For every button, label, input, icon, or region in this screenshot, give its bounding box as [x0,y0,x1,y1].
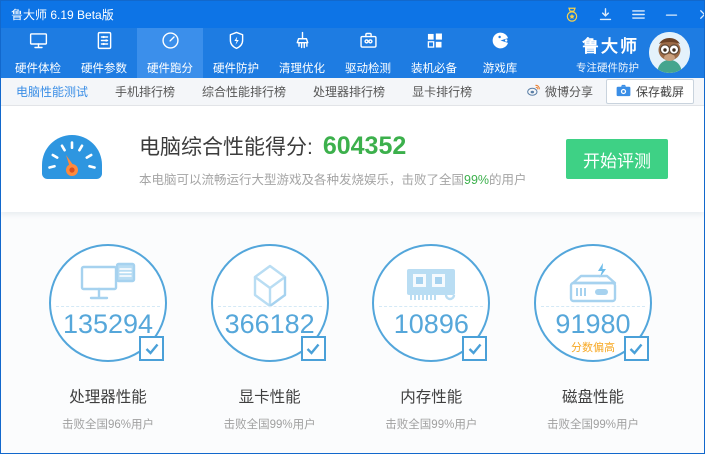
nav-label: 硬件体检 [15,60,61,76]
disk-check-icon[interactable] [624,336,649,361]
cpu-score-circle: 135294 [49,244,167,362]
window-title: 鲁大师 6.19 Beta版 [11,6,114,23]
minimize-icon[interactable] [662,6,680,24]
nav-item-driver-detect[interactable]: 驱动检测 [335,28,401,78]
monitor-icon [28,30,49,56]
cpu-check-icon[interactable] [139,336,164,361]
divider [541,306,645,307]
medal-icon[interactable] [563,6,581,24]
disk-card-subtitle: 击败全国99%用户 [547,416,639,432]
nav-label: 驱动检测 [345,60,391,76]
document-params-icon [94,30,115,56]
nav-label: 游戏库 [483,60,518,76]
cpu-card-subtitle: 击败全国96%用户 [62,416,154,432]
nav-item-hardware-params[interactable]: 硬件参数 [71,28,137,78]
score-description: 本电脑可以流畅运行大型游戏及各种发烧娱乐，击败了全国99%的用户 [139,169,527,188]
close-icon[interactable] [695,6,705,24]
subnav-item-phone-ranking[interactable]: 手机排行榜 [115,83,175,100]
app-window: 鲁大师 6.19 Beta版 硬件体检 硬件 [0,0,705,454]
memory-card-title: 内存性能 [400,385,462,407]
brand-slogan: 专注硬件防护 [576,60,639,75]
brand-block: 鲁大师 专注硬件防护 [576,28,649,78]
subnav-item-overall-ranking[interactable]: 综合性能排行榜 [202,83,286,100]
titlebar-icons [563,6,704,24]
main-nav: 硬件体检 硬件参数 硬件跑分 硬件防护 清理优化 驱动检测 装机必备 [1,28,704,78]
score-section: 电脑综合性能得分: 604352 本电脑可以流畅运行大型游戏及各种发烧娱乐，击败… [1,106,704,212]
cpu-card-title: 处理器性能 [69,385,147,407]
gpu-card-title: 显卡性能 [239,385,301,407]
nav-item-essentials[interactable]: 装机必备 [401,28,467,78]
gauge-icon [160,30,181,56]
divider [379,306,483,307]
menu-icon[interactable] [629,6,647,24]
nav-item-hardware-check[interactable]: 硬件体检 [5,28,71,78]
score-cards: 135294 处理器性能 击败全国96%用户 366182 显卡性能 击败全国9… [1,212,704,454]
titlebar: 鲁大师 6.19 Beta版 [1,1,704,28]
camera-icon [616,84,631,100]
subnav-item-cpu-ranking[interactable]: 处理器排行榜 [313,83,385,100]
memory-check-icon[interactable] [462,336,487,361]
disk-score-card: 91980 分数偏高 磁盘性能 击败全国99%用户 [514,244,672,454]
nav-item-hardware-protect[interactable]: 硬件防护 [203,28,269,78]
nav-item-clean-optimize[interactable]: 清理优化 [269,28,335,78]
nav-label: 硬件参数 [81,60,127,76]
nav-item-game-library[interactable]: 游戏库 [467,28,533,78]
weibo-icon [526,83,541,100]
score-title: 电脑综合性能得分: [139,131,313,161]
nav-label: 清理优化 [279,60,325,76]
divider [56,306,160,307]
grid-icon [424,30,445,56]
speedometer-icon [37,129,107,189]
subnav-item-gpu-ranking[interactable]: 显卡排行榜 [412,83,472,100]
broom-icon [292,30,313,56]
nav-label: 装机必备 [411,60,457,76]
weibo-share-label: 微博分享 [545,83,593,100]
disk-card-title: 磁盘性能 [562,385,624,407]
disk-score-circle: 91980 分数偏高 [534,244,652,362]
save-screenshot-button[interactable]: 保存截屏 [606,79,694,104]
memory-score-circle: 10896 [372,244,490,362]
shield-bolt-icon [226,30,247,56]
memory-score-card: 10896 内存性能 击败全国99%用户 [352,244,510,454]
overall-score-value: 604352 [323,132,406,161]
nav-label: 硬件跑分 [147,60,193,76]
toolbox-icon [358,30,379,56]
gpu-card-subtitle: 击败全国99%用户 [224,416,316,432]
brand-name: 鲁大师 [582,32,639,57]
score-text-block: 电脑综合性能得分: 604352 本电脑可以流畅运行大型游戏及各种发烧娱乐，击败… [139,131,527,188]
save-screenshot-label: 保存截屏 [636,83,684,100]
start-benchmark-button[interactable]: 开始评测 [566,139,668,179]
nav-label: 硬件防护 [213,60,259,76]
download-icon[interactable] [596,6,614,24]
gpu-score-circle: 366182 [211,244,329,362]
subnav-item-pc-benchmark[interactable]: 电脑性能测试 [16,83,88,100]
gpu-check-icon[interactable] [301,336,326,361]
memory-card-subtitle: 击败全国99%用户 [385,416,477,432]
weibo-share-button[interactable]: 微博分享 [526,83,593,100]
beat-percentage: 99% [464,173,489,187]
sub-nav: 电脑性能测试 手机排行榜 综合性能排行榜 处理器排行榜 显卡排行榜 微博分享 保… [1,78,704,106]
gpu-score-card: 366182 显卡性能 击败全国99%用户 [191,244,349,454]
divider [218,306,322,307]
pacman-icon [490,30,511,56]
subnav-right: 微博分享 保存截屏 [526,79,694,104]
nav-item-benchmark[interactable]: 硬件跑分 [137,28,203,78]
cpu-score-card: 135294 处理器性能 击败全国96%用户 [29,244,187,454]
mascot-avatar[interactable] [649,32,690,73]
